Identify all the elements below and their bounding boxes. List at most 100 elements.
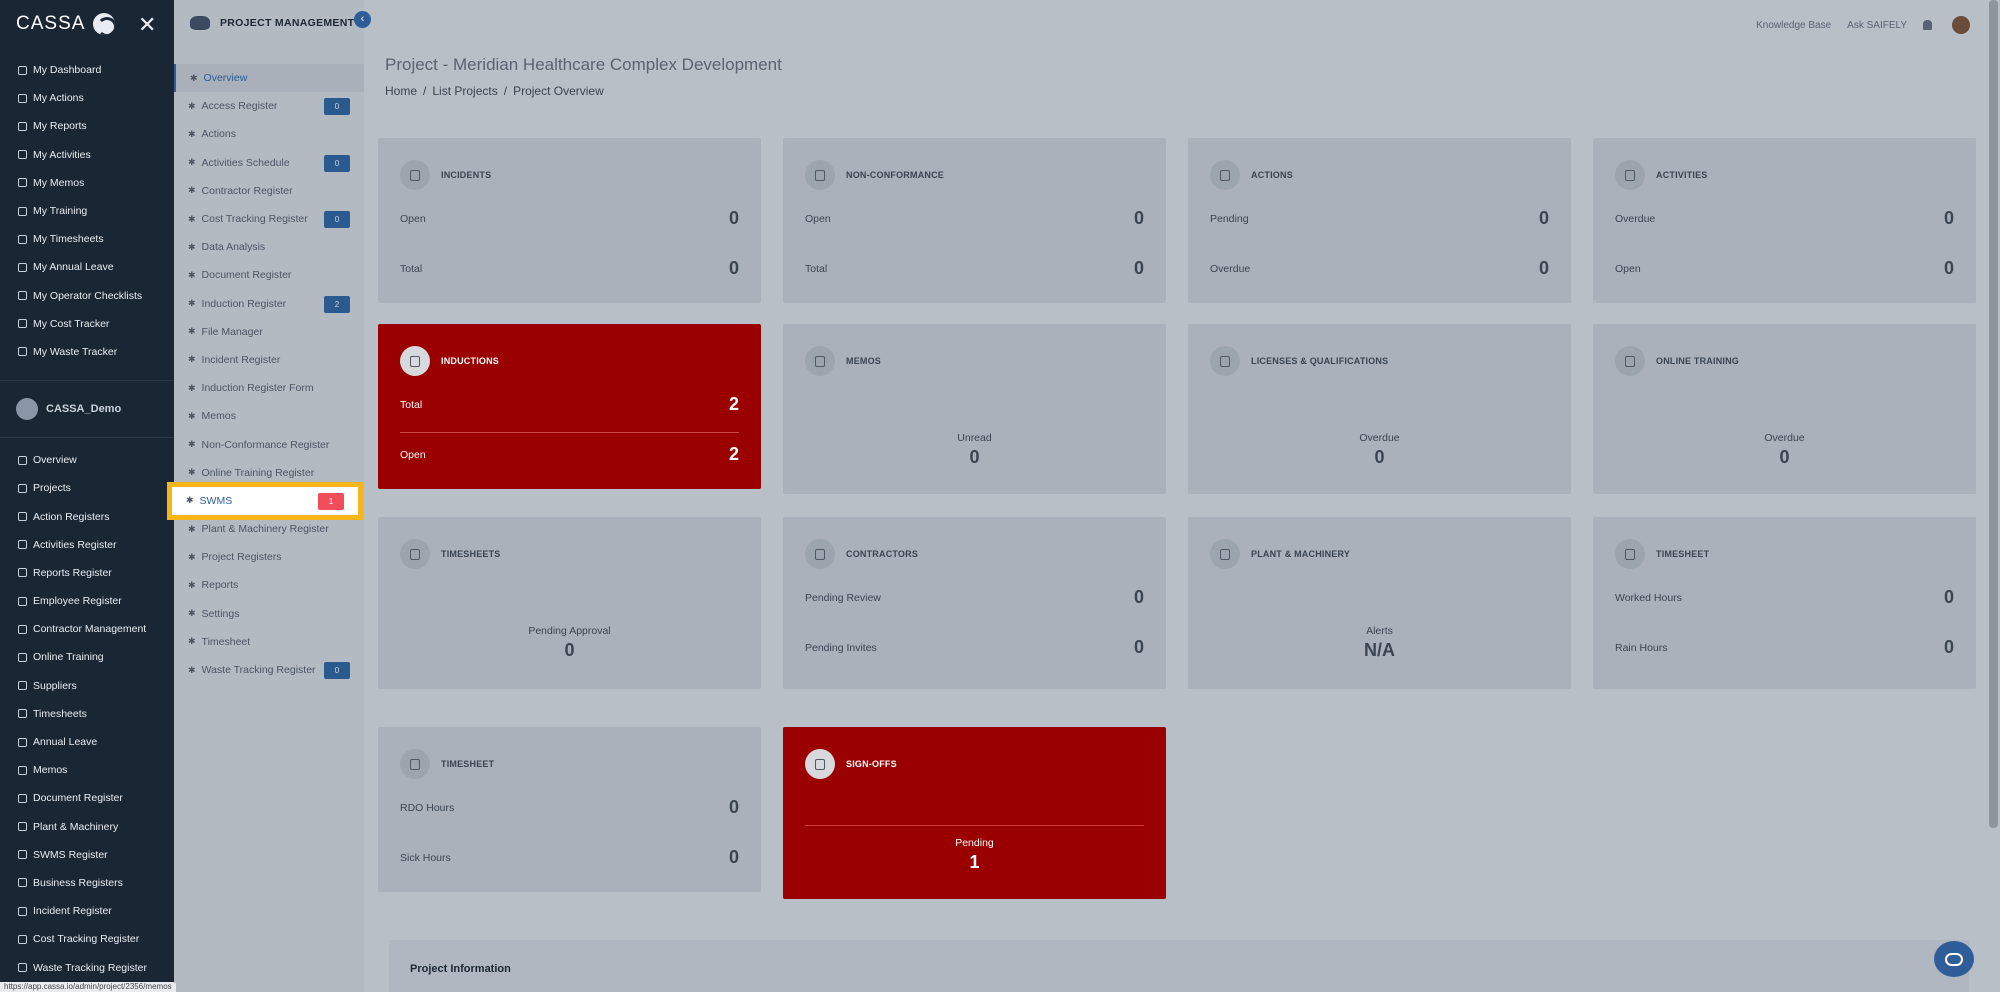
panel-item-incident-register[interactable]: ✱ Incident Register: [174, 346, 364, 374]
sidebar-item-document-register[interactable]: Document Register: [0, 784, 174, 812]
panel-item-contractor-register[interactable]: ✱ Contractor Register: [174, 177, 364, 205]
sidebar-item-projects[interactable]: Projects: [0, 474, 174, 502]
stat-label: Alerts: [1366, 625, 1393, 637]
project-panel: PROJECT MANAGEMENT ‹ ✱ Overview ✱ Access Re…: [167, 0, 371, 992]
panel-item-non-conformance-register[interactable]: ✱ Non-Conformance Register: [174, 430, 364, 458]
knowledge-base-link[interactable]: Knowledge Base: [1756, 20, 1831, 31]
panel-item-settings[interactable]: ✱ Settings: [174, 600, 364, 628]
clipboard-icon: [1615, 539, 1645, 569]
sidebar-item-my-dashboard[interactable]: My Dashboard: [0, 56, 174, 84]
sidebar-item-suppliers[interactable]: Suppliers: [0, 672, 174, 700]
sidebar-item-plant-machinery[interactable]: Plant & Machinery: [0, 813, 174, 841]
panel-item-memos[interactable]: ✱ Memos: [174, 402, 364, 430]
stat-label: Overdue: [1764, 432, 1805, 444]
nav-icon: [18, 262, 27, 272]
sidebar-item-swms-register[interactable]: SWMS Register: [0, 841, 174, 869]
sidebar-item-label: Cost Tracking Register: [33, 933, 140, 946]
memos-card[interactable]: MEMOS Unread 0: [783, 324, 1166, 494]
panel-item-activities-schedule[interactable]: ✱ Activities Schedule 0: [174, 149, 364, 177]
sidebar-item-label: Document Register: [33, 792, 123, 805]
sidebar-item-my-operator-checklists[interactable]: My Operator Checklists: [0, 282, 174, 310]
sidebar-item-activities-register[interactable]: Activities Register: [0, 531, 174, 559]
sidebar-item-my-activities[interactable]: My Activities: [0, 141, 174, 169]
sidebar-item-business-registers[interactable]: Business Registers: [0, 869, 174, 897]
org-switcher[interactable]: CASSA_Demo: [0, 380, 174, 439]
sidebar-item-overview[interactable]: Overview: [0, 446, 174, 474]
licenses-card[interactable]: LICENSES & QUALIFICATIONS Overdue 0: [1188, 324, 1571, 494]
panel-item-induction-register[interactable]: ✱ Induction Register 2: [174, 290, 364, 318]
panel-item-cost-tracking-register[interactable]: ✱ Cost Tracking Register 0: [174, 205, 364, 233]
actions-card[interactable]: ACTIONS Pending 0 Overdue 0: [1188, 138, 1571, 303]
sidebar-item-annual-leave[interactable]: Annual Leave: [0, 728, 174, 756]
pin-icon: ✱: [188, 298, 196, 309]
page-title: Project - Meridian Healthcare Complex De…: [385, 55, 782, 74]
sidebar-item-label: My Operator Checklists: [33, 289, 143, 302]
card-title: PLANT & MACHINERY: [1251, 549, 1351, 559]
bell-icon[interactable]: [1923, 20, 1932, 30]
sidebar-item-cost-tracking-register[interactable]: Cost Tracking Register: [0, 925, 174, 953]
panel-item-online-training-register[interactable]: ✱ Online Training Register: [174, 459, 364, 487]
sidebar-item-memos[interactable]: Memos: [0, 756, 174, 784]
sidebar-item-timesheets[interactable]: Timesheets: [0, 700, 174, 728]
timesheets-card[interactable]: TIMESHEETS Pending Approval 0: [378, 517, 761, 689]
sidebar-item-action-registers[interactable]: Action Registers: [0, 502, 174, 530]
sidebar-item-label: My Memos: [33, 176, 85, 189]
sidebar-item-my-training[interactable]: My Training: [0, 197, 174, 225]
panel-item-induction-register-form[interactable]: ✱ Induction Register Form: [174, 374, 364, 402]
panel-item-access-register[interactable]: ✱ Access Register 0: [174, 92, 364, 120]
plant-machinery-card[interactable]: PLANT & MACHINERY Alerts N/A: [1188, 517, 1571, 689]
panel-item-actions[interactable]: ✱ Actions: [174, 120, 364, 148]
nav-icon: [18, 624, 27, 634]
ask-saifely-link[interactable]: Ask SAIFELY: [1847, 20, 1907, 31]
sidebar-item-my-actions[interactable]: My Actions: [0, 84, 174, 112]
sidebar-item-my-memos[interactable]: My Memos: [0, 169, 174, 197]
nav-icon: [18, 850, 27, 860]
stat-value: 2: [728, 444, 739, 464]
sidebar-item-contractor-management[interactable]: Contractor Management: [0, 615, 174, 643]
sidebar-item-reports-register[interactable]: Reports Register: [0, 559, 174, 587]
sidebar-item-waste-tracking-register[interactable]: Waste Tracking Register: [0, 953, 174, 981]
user-avatar[interactable]: [1952, 16, 1970, 34]
count-badge: 2: [324, 295, 350, 313]
panel-item-project-registers[interactable]: ✱ Project Registers: [174, 543, 364, 571]
panel-item-overview[interactable]: ✱ Overview: [174, 64, 364, 93]
sidebar-item-my-cost-tracker[interactable]: My Cost Tracker: [0, 310, 174, 338]
clipboard-icon: [400, 539, 430, 569]
chat-button[interactable]: [1934, 941, 1974, 977]
timesheet-leave-card[interactable]: TIMESHEET RDO Hours 0 Sick Hours 0: [378, 727, 761, 892]
sidebar-item-my-reports[interactable]: My Reports: [0, 112, 174, 140]
panel-item-plant-machinery-register[interactable]: ✱ Plant & Machinery Register: [174, 515, 364, 543]
panel-item-reports[interactable]: ✱ Reports: [174, 571, 364, 599]
close-icon[interactable]: ✕: [138, 12, 156, 38]
nav-icon: [18, 963, 27, 973]
nonconformance-card[interactable]: NON-CONFORMANCE Open 0 Total 0: [783, 138, 1166, 303]
signoffs-card[interactable]: SIGN-OFFS Pending 1: [783, 727, 1166, 899]
nav-icon: [18, 455, 27, 465]
panel-item-data-analysis[interactable]: ✱ Data Analysis: [174, 233, 364, 261]
breadcrumb-home[interactable]: Home: [385, 84, 417, 98]
breadcrumb-list-projects[interactable]: List Projects: [432, 84, 497, 98]
sidebar-item-employee-register[interactable]: Employee Register: [0, 587, 174, 615]
activities-card[interactable]: ACTIVITIES Overdue 0 Open 0: [1593, 138, 1976, 303]
incidents-card[interactable]: INCIDENTS Open 0 Total 0: [378, 138, 761, 303]
stat-label: Open: [400, 212, 426, 225]
pin-icon: ✱: [188, 326, 196, 337]
timesheet-hours-card[interactable]: TIMESHEET Worked Hours 0 Rain Hours 0: [1593, 517, 1976, 689]
sidebar-item-incident-register[interactable]: Incident Register: [0, 897, 174, 925]
sidebar-item-my-timesheets[interactable]: My Timesheets: [0, 225, 174, 253]
panel-item-file-manager[interactable]: ✱ File Manager: [174, 318, 364, 346]
panel-item-document-register[interactable]: ✱ Document Register: [174, 261, 364, 289]
page-scrollbar[interactable]: [1989, 0, 1998, 828]
pin-icon: ✱: [188, 636, 196, 647]
panel-item-waste-tracking-register[interactable]: ✱ Waste Tracking Register 0: [174, 656, 364, 684]
online-training-card[interactable]: ONLINE TRAINING Overdue 0: [1593, 324, 1976, 494]
panel-item-label: Activities Schedule: [201, 156, 290, 169]
sidebar-item-my-waste-tracker[interactable]: My Waste Tracker: [0, 338, 174, 366]
contractors-card[interactable]: CONTRACTORS Pending Review 0 Pending Invi…: [783, 517, 1166, 689]
panel-item-timesheet[interactable]: ✱ Timesheet: [174, 628, 364, 656]
sidebar-item-online-training[interactable]: Online Training: [0, 643, 174, 671]
panel-item-swms[interactable]: ✱ SWMS 1: [167, 481, 363, 521]
inductions-card[interactable]: INDUCTIONS Total 2 Open 2: [378, 324, 761, 489]
stat-value: 0: [1538, 258, 1549, 278]
sidebar-item-my-annual-leave[interactable]: My Annual Leave: [0, 253, 174, 281]
